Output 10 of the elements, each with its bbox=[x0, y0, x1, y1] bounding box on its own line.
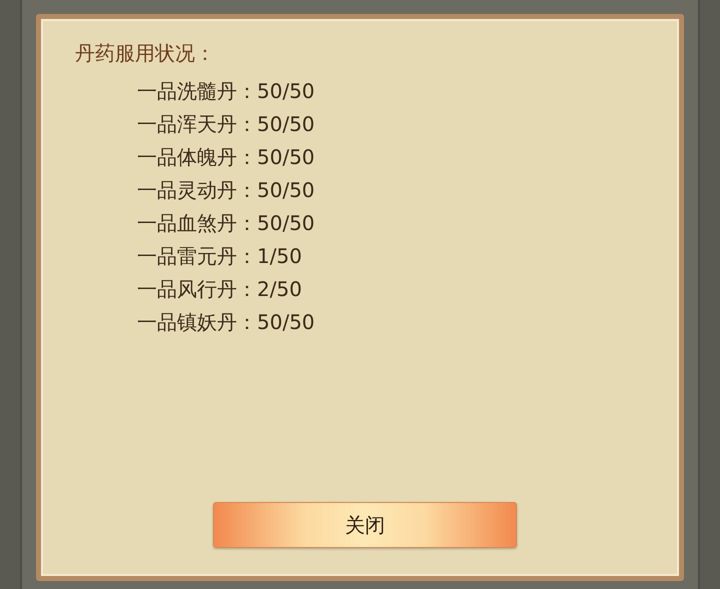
pill-status-text: 一品风行丹：2/50 bbox=[137, 276, 303, 303]
pill-status-text: 一品灵动丹：50/50 bbox=[137, 177, 316, 204]
pill-status-text: 一品浑天丹：50/50 bbox=[137, 111, 316, 138]
pill-status-text: 一品洗髓丹：50/50 bbox=[137, 78, 316, 105]
pill-status-text: 一品镇妖丹：50/50 bbox=[137, 309, 316, 336]
pill-status-text: 一品血煞丹：50/50 bbox=[137, 210, 316, 237]
pill-status-text: 一品体魄丹：50/50 bbox=[137, 144, 316, 171]
dialog-title: 丹药服用状况： bbox=[75, 40, 216, 67]
close-button[interactable]: 关闭 bbox=[213, 502, 517, 548]
pill-status-text: 一品雷元丹：1/50 bbox=[137, 243, 303, 270]
